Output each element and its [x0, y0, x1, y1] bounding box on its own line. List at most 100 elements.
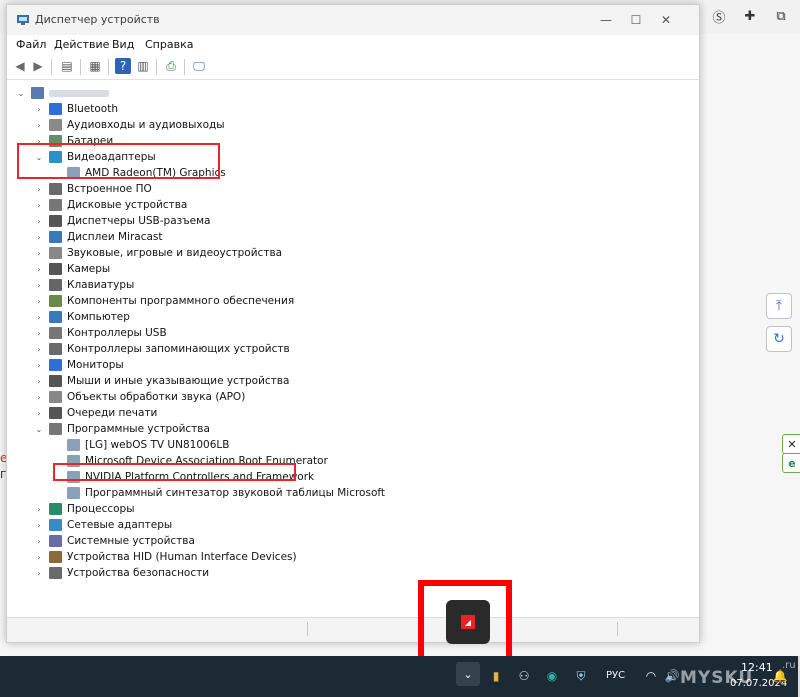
chevron-down-icon[interactable]: ⌄	[15, 89, 27, 98]
edge-extension-tray-icon[interactable]: ◉	[543, 667, 561, 685]
chevron-right-icon[interactable]: ›	[33, 281, 45, 290]
tree-category-item[interactable]: › Устройства безопасности	[33, 565, 209, 581]
chevron-right-icon[interactable]: ›	[33, 233, 45, 242]
device-category-icon	[49, 359, 62, 371]
chevron-right-icon[interactable]: ›	[33, 553, 45, 562]
tree-item-label: Компьютер	[67, 311, 130, 323]
tree-category-item[interactable]: › Клавиатуры	[33, 277, 134, 293]
forward-arrow-icon[interactable]: ▶	[30, 58, 46, 74]
show-hidden-icons-chevron-icon[interactable]: ⌄	[456, 662, 480, 686]
tree-category-item[interactable]: › Встроенное ПО	[33, 181, 152, 197]
tree-category-item[interactable]: › Компьютер	[33, 309, 130, 325]
tree-category-item[interactable]: › Устройства HID (Human Interface Devices…	[33, 549, 297, 565]
clipboard-icon[interactable]: ▮	[487, 667, 505, 685]
menu-action[interactable]: Действие	[54, 38, 109, 51]
chevron-right-icon[interactable]: ›	[33, 361, 45, 370]
puzzle-extensions-icon[interactable]: ✚	[742, 8, 758, 24]
chevron-right-icon[interactable]: ›	[33, 265, 45, 274]
amd-logo-icon: ◢	[461, 615, 475, 629]
tree-category-item[interactable]: › Сетевые адаптеры	[33, 517, 172, 533]
menu-view[interactable]: Вид	[112, 38, 134, 51]
tree-category-item[interactable]: › Мыши и иные указывающие устройства	[33, 373, 289, 389]
volume-icon[interactable]: 🔊	[663, 667, 681, 685]
action-pane-icon[interactable]: ▥	[135, 58, 151, 74]
chevron-right-icon[interactable]: ›	[33, 185, 45, 194]
tree-category-item[interactable]: ⌄ Программные устройства	[33, 421, 210, 437]
chevron-right-icon[interactable]: ›	[33, 393, 45, 402]
chevron-right-icon[interactable]: ›	[33, 345, 45, 354]
tree-category-item[interactable]: › Компоненты программного обеспечения	[33, 293, 294, 309]
tree-item-label: Сетевые адаптеры	[67, 519, 173, 531]
back-arrow-icon[interactable]: ◀	[12, 58, 28, 74]
chevron-right-icon[interactable]: ›	[33, 217, 45, 226]
security-shield-icon[interactable]: ⛨	[572, 667, 590, 685]
tree-root-computer[interactable]: ⌄	[15, 85, 109, 101]
wifi-icon[interactable]: ◠	[642, 667, 660, 685]
show-hide-console-icon[interactable]: ▤	[59, 58, 75, 74]
tree-device-item[interactable]: [LG] webOS TV UN81006LB	[67, 437, 229, 453]
tree-category-item[interactable]: › Процессоры	[33, 501, 135, 517]
tree-category-item[interactable]: › Мониторы	[33, 357, 124, 373]
device-category-icon	[49, 407, 62, 419]
chevron-right-icon[interactable]: ›	[33, 329, 45, 338]
chevron-right-icon[interactable]: ›	[33, 521, 45, 530]
chevron-right-icon[interactable]: ›	[33, 249, 45, 258]
chevron-right-icon[interactable]: ›	[33, 313, 45, 322]
tree-category-item[interactable]: › Контроллеры USB	[33, 325, 167, 341]
close-extension-icon[interactable]: ✕	[782, 434, 800, 454]
tree-item-label: Системные устройства	[67, 535, 195, 547]
tree-category-item[interactable]: › Диспетчеры USB-разъема	[33, 213, 210, 229]
device-category-icon	[49, 519, 62, 531]
update-driver-icon[interactable]: ⎙	[163, 58, 179, 74]
notification-bell-icon[interactable]: 🔔	[771, 667, 789, 685]
device-manager-app-icon	[17, 15, 29, 25]
tree-category-item[interactable]: › Дисковые устройства	[33, 197, 187, 213]
tree-category-item[interactable]: › Объекты обработки звука (APO)	[33, 389, 245, 405]
chevron-right-icon[interactable]: ›	[33, 201, 45, 210]
chevron-right-icon[interactable]: ›	[33, 121, 45, 130]
tree-item-label: Мыши и иные указывающие устройства	[67, 375, 290, 387]
chevron-right-icon[interactable]: ›	[33, 505, 45, 514]
tree-category-item[interactable]: › Системные устройства	[33, 533, 195, 549]
network-share-icon[interactable]: ⚇	[515, 667, 533, 685]
menu-help[interactable]: Справка	[145, 38, 193, 51]
refresh-icon[interactable]: ↻	[766, 326, 792, 352]
properties-icon[interactable]: ▦	[87, 58, 103, 74]
minimize-button[interactable]: —	[591, 10, 621, 30]
toolbar: ◀ ▶ ▤ ▦ ? ▥ ⎙ 🖵	[7, 55, 699, 80]
amd-software-tray-popup[interactable]: ◢	[446, 600, 490, 644]
clock-time[interactable]: 12:41	[741, 661, 773, 674]
tree-item-label: Мониторы	[67, 359, 124, 371]
language-indicator[interactable]: РУС	[606, 670, 625, 681]
close-button[interactable]: ✕	[651, 10, 681, 30]
s-extension-icon[interactable]: Ⓢ	[711, 8, 727, 26]
chevron-right-icon[interactable]: ›	[33, 569, 45, 578]
chevron-right-icon[interactable]: ›	[33, 297, 45, 306]
help-icon[interactable]: ?	[115, 58, 131, 74]
chevron-right-icon[interactable]: ›	[33, 377, 45, 386]
status-cell	[7, 622, 308, 636]
e-extension-icon[interactable]: e	[782, 453, 800, 473]
tab-icon[interactable]: ⧉	[773, 8, 789, 24]
title-bar[interactable]: Диспетчер устройств — ☐ ✕	[7, 5, 699, 35]
chevron-right-icon[interactable]: ›	[33, 105, 45, 114]
device-category-icon	[49, 183, 62, 195]
tree-device-item[interactable]: Программный синтезатор звуковой таблицы …	[67, 485, 385, 501]
tree-category-item[interactable]: › Аудиовходы и аудиовыходы	[33, 117, 225, 133]
tree-category-item[interactable]: › Звуковые, игровые и видеоустройства	[33, 245, 282, 261]
chevron-down-icon[interactable]: ⌄	[33, 425, 45, 434]
maximize-button[interactable]: ☐	[621, 10, 651, 30]
tree-category-item[interactable]: › Дисплеи Miracast	[33, 229, 163, 245]
chevron-right-icon[interactable]: ›	[33, 537, 45, 546]
tree-item-label: Дисковые устройства	[67, 199, 188, 211]
scroll-to-top-icon[interactable]: ⤒	[766, 293, 792, 319]
menu-file[interactable]: Файл	[16, 38, 46, 51]
scan-hardware-icon[interactable]: 🖵	[191, 58, 207, 74]
tree-category-item[interactable]: › Контроллеры запоминающих устройств	[33, 341, 290, 357]
tree-category-item[interactable]: › Bluetooth	[33, 101, 118, 117]
tree-category-item[interactable]: › Камеры	[33, 261, 110, 277]
device-category-icon	[49, 375, 62, 387]
chevron-right-icon[interactable]: ›	[33, 409, 45, 418]
tree-category-item[interactable]: › Очереди печати	[33, 405, 157, 421]
status-bar	[7, 617, 699, 642]
